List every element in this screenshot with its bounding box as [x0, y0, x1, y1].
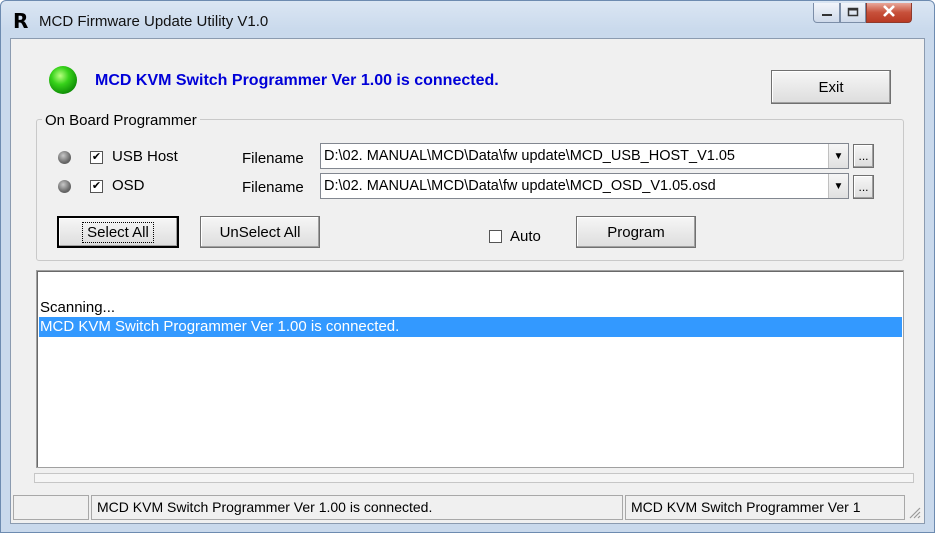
- usb-host-filename-label: Filename: [242, 150, 304, 167]
- app-logo-icon: R: [13, 9, 29, 33]
- status-bar: MCD KVM Switch Programmer Ver 1.00 is co…: [12, 492, 923, 522]
- window-title: MCD Firmware Update Utility V1.0: [39, 13, 269, 30]
- osd-label: OSD: [112, 177, 145, 194]
- select-all-button[interactable]: Select All: [57, 216, 179, 248]
- usb-host-filename-value: D:\02. MANUAL\MCD\Data\fw update\MCD_USB…: [324, 148, 735, 164]
- maximize-icon: [847, 4, 859, 22]
- usb-host-filename-combo[interactable]: D:\02. MANUAL\MCD\Data\fw update\MCD_USB…: [320, 143, 849, 169]
- connection-status-message: MCD KVM Switch Programmer Ver 1.00 is co…: [95, 72, 499, 89]
- log-line[interactable]: [39, 277, 902, 297]
- group-label: On Board Programmer: [42, 112, 200, 129]
- log-line-selected[interactable]: MCD KVM Switch Programmer Ver 1.00 is co…: [39, 317, 902, 337]
- status-cell-3: MCD KVM Switch Programmer Ver 1: [625, 495, 905, 520]
- osd-checkbox[interactable]: ✔: [90, 180, 103, 193]
- horizontal-scrollbar[interactable]: [34, 473, 914, 483]
- status-cell-2: MCD KVM Switch Programmer Ver 1.00 is co…: [91, 495, 623, 520]
- client-area: MCD KVM Switch Programmer Ver 1.00 is co…: [10, 38, 925, 524]
- connection-status-led-icon: [49, 66, 77, 94]
- unselect-all-button[interactable]: UnSelect All: [200, 216, 320, 248]
- minimize-icon: [821, 4, 833, 22]
- minimize-button[interactable]: [813, 3, 840, 23]
- title-bar[interactable]: R MCD Firmware Update Utility V1.0: [1, 1, 934, 37]
- log-line[interactable]: Scanning...: [39, 298, 902, 318]
- log-listbox[interactable]: Scanning... MCD KVM Switch Programmer Ve…: [36, 270, 904, 468]
- usb-host-label: USB Host: [112, 148, 178, 165]
- osd-filename-combo[interactable]: D:\02. MANUAL\MCD\Data\fw update\MCD_OSD…: [320, 173, 849, 199]
- usb-host-status-led-icon: [58, 151, 71, 164]
- exit-button[interactable]: Exit: [771, 70, 891, 104]
- checkmark-icon: ✔: [91, 180, 102, 192]
- osd-browse-button[interactable]: ...: [853, 175, 874, 199]
- osd-filename-label: Filename: [242, 179, 304, 196]
- status-cell-1: [13, 495, 89, 520]
- osd-status-led-icon: [58, 180, 71, 193]
- dropdown-arrow-icon[interactable]: ▼: [828, 144, 848, 168]
- close-icon: [882, 4, 896, 22]
- app-window: R MCD Firmware Update Utility V1.0 MCD K…: [0, 0, 935, 533]
- close-button[interactable]: [866, 3, 912, 23]
- dropdown-arrow-icon[interactable]: ▼: [828, 174, 848, 198]
- program-button[interactable]: Program: [576, 216, 696, 248]
- maximize-button[interactable]: [840, 3, 866, 23]
- checkmark-icon: ✔: [91, 151, 102, 163]
- usb-host-checkbox[interactable]: ✔: [90, 151, 103, 164]
- auto-label: Auto: [510, 228, 541, 245]
- select-all-label: Select All: [82, 221, 154, 243]
- resize-grip-icon[interactable]: [907, 505, 921, 524]
- osd-filename-value: D:\02. MANUAL\MCD\Data\fw update\MCD_OSD…: [324, 178, 716, 194]
- usb-host-browse-button[interactable]: ...: [853, 144, 874, 168]
- auto-checkbox[interactable]: [489, 230, 502, 243]
